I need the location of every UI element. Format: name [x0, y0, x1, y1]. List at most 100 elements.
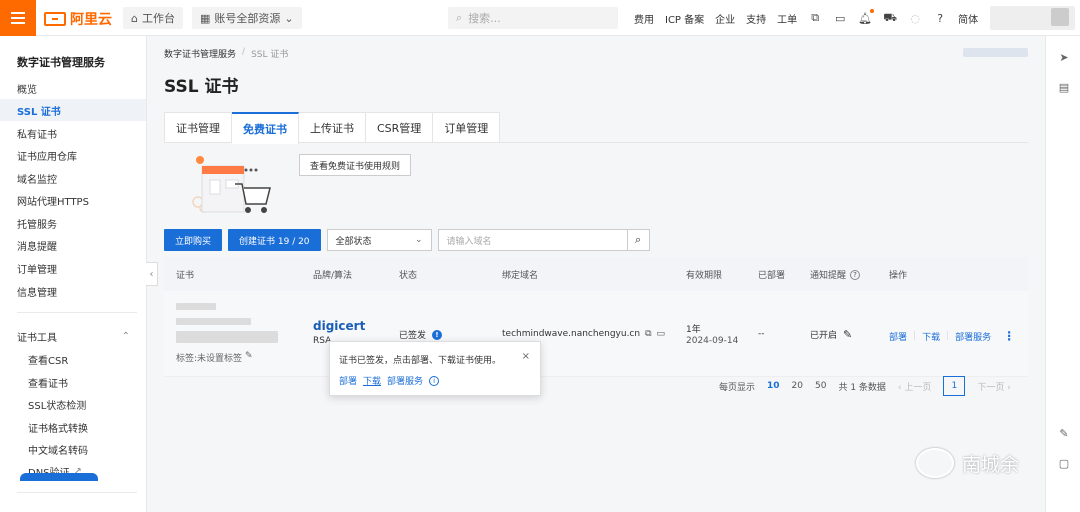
- popover-download-link[interactable]: 下载: [363, 374, 381, 387]
- sidebar-item-view-cert[interactable]: 查看证书: [0, 371, 146, 393]
- sidebar-item-format-convert[interactable]: 证书格式转换: [0, 416, 146, 438]
- prev-page-button[interactable]: ‹ 上一页: [898, 380, 931, 393]
- sidebar-item-overview[interactable]: 概览: [0, 77, 146, 99]
- watermark-text: 南城余: [962, 453, 1020, 476]
- pointer-icon[interactable]: ➤: [1057, 50, 1071, 64]
- monitor-icon[interactable]: ▭: [657, 329, 666, 339]
- th-status: 状态: [399, 271, 418, 281]
- top-right-link[interactable]: [963, 48, 1028, 57]
- nav-ticket[interactable]: 工单: [777, 11, 797, 26]
- lightbulb-icon[interactable]: ◌: [908, 11, 922, 25]
- popover-actions: 部署 下载 部署服务 i: [339, 374, 440, 387]
- popover-deploy-service-link[interactable]: 部署服务: [387, 374, 423, 387]
- deploy-link[interactable]: 部署: [889, 330, 907, 343]
- breadcrumb-sep: /: [242, 47, 246, 57]
- tab-cert-management[interactable]: 证书管理: [165, 112, 232, 143]
- cert-tag[interactable]: 标签:未设置标签 ✎: [176, 351, 253, 364]
- shop-illustration: [192, 156, 271, 213]
- chevron-down-icon: ⌄: [284, 11, 294, 25]
- sidebar-item-orders[interactable]: 订单管理: [0, 257, 146, 279]
- close-icon[interactable]: ×: [522, 351, 530, 362]
- sidebar-item-view-csr[interactable]: 查看CSR: [0, 348, 146, 370]
- edit-icon[interactable]: ✎: [843, 328, 852, 341]
- tab-order-management[interactable]: 订单管理: [433, 112, 499, 143]
- domain-label: techmindwave.nanchengyu.cn: [502, 329, 641, 339]
- cart-icon[interactable]: ⛟: [883, 11, 897, 25]
- avatar[interactable]: [1051, 8, 1069, 26]
- right-rail: ➤ ▤ ✎ ▢: [1045, 36, 1080, 512]
- popover-deploy-link[interactable]: 部署: [339, 374, 357, 387]
- workbench-button[interactable]: ⌂ 工作台: [123, 7, 183, 29]
- per-page-label: 每页显示: [719, 382, 756, 393]
- domain-search-input[interactable]: 请输入域名: [437, 229, 628, 251]
- download-link[interactable]: 下载: [922, 330, 940, 343]
- edit-icon: ✎: [245, 351, 253, 361]
- tab-bar: 证书管理 免费证书 上传证书 CSR管理 订单管理: [164, 112, 501, 144]
- more-vertical-icon[interactable]: ⋮: [1003, 329, 1015, 343]
- language-switch[interactable]: 简体: [958, 11, 978, 26]
- sidebar-item-hosting[interactable]: 托管服务: [0, 212, 146, 234]
- sidebar-bottom-button[interactable]: [20, 473, 98, 481]
- actions-cell: 部署 | 下载 | 部署服务 ⋮: [889, 329, 1016, 343]
- menu-icon[interactable]: [0, 0, 36, 36]
- next-page-button[interactable]: 下一页 ›: [977, 380, 1010, 393]
- account-area[interactable]: [990, 6, 1075, 30]
- aliyun-logo[interactable]: 阿里云: [44, 9, 112, 29]
- free-cert-rules-button[interactable]: 查看免费证书使用规则: [299, 154, 412, 176]
- sidebar-item-ssl[interactable]: SSL 证书: [0, 99, 146, 121]
- page-size-20[interactable]: 20: [792, 381, 803, 391]
- page-size-10[interactable]: 10: [767, 381, 780, 391]
- content-panel: 证书管理 免费证书 上传证书 CSR管理 订单管理 查看免费证书使用规则 立即购…: [164, 112, 1028, 512]
- page-1-button[interactable]: 1: [943, 376, 966, 396]
- home-icon: ⌂: [131, 11, 138, 25]
- sidebar-item-ssl-check[interactable]: SSL状态检测: [0, 393, 146, 415]
- cloud-shell-icon[interactable]: ⧉: [808, 11, 822, 25]
- tab-free-cert[interactable]: 免费证书: [232, 112, 299, 144]
- help-circle-icon[interactable]: ?: [850, 269, 861, 280]
- terminal-icon[interactable]: ▭: [833, 11, 847, 25]
- buy-now-button[interactable]: 立即购买: [164, 229, 223, 251]
- next-label: 下一页: [977, 382, 1005, 393]
- copy-icon[interactable]: ⧉: [645, 329, 651, 339]
- nav-support[interactable]: 支持: [746, 11, 766, 26]
- search-icon: ⌕: [634, 233, 642, 246]
- sidebar-item-info[interactable]: 信息管理: [0, 280, 146, 302]
- page-size-50[interactable]: 50: [815, 381, 826, 391]
- page-title: SSL 证书: [164, 77, 239, 97]
- cert-table: 证书 品牌/算法 状态 绑定域名 有效期限 已部署 通知提醒 ? 操作 标签:未…: [164, 257, 1028, 377]
- nav-icp[interactable]: ICP 备案: [665, 11, 704, 26]
- prev-label: 上一页: [904, 382, 932, 393]
- create-cert-button[interactable]: 创建证书 19 / 20: [228, 229, 321, 251]
- cert-tag-label: 标签:未设置标签: [176, 354, 243, 364]
- breadcrumb-root[interactable]: 数字证书管理服务: [164, 47, 236, 60]
- sidebar-item-proxy-https[interactable]: 网站代理HTTPS: [0, 189, 146, 211]
- edit-feedback-icon[interactable]: ✎: [1057, 426, 1071, 440]
- th-actions: 操作: [889, 271, 908, 281]
- nav-billing[interactable]: 费用: [634, 11, 654, 26]
- sidebar-item-idn-convert[interactable]: 中文域名转码: [0, 438, 146, 460]
- deploy-service-link[interactable]: 部署服务: [955, 330, 991, 343]
- sidebar-group-tools[interactable]: 证书工具 ⌃: [0, 325, 146, 347]
- document-icon[interactable]: ▤: [1057, 80, 1071, 94]
- sidebar-item-messages[interactable]: 消息提醒: [0, 234, 146, 256]
- sidebar-item-repo[interactable]: 证书应用仓库: [0, 144, 146, 166]
- sidebar-item-private[interactable]: 私有证书: [0, 122, 146, 144]
- sidebar-item-domain-monitor[interactable]: 域名监控: [0, 167, 146, 189]
- sidebar-divider: [17, 312, 137, 313]
- account-resources-button[interactable]: ▦ 账号全部资源 ⌄: [192, 7, 302, 29]
- tab-upload-cert[interactable]: 上传证书: [299, 112, 366, 143]
- search-button[interactable]: ⌕: [627, 229, 650, 251]
- info-badge-icon[interactable]: !: [432, 329, 443, 340]
- bell-icon[interactable]: 🔔︎: [858, 9, 875, 25]
- tab-csr-management[interactable]: CSR管理: [366, 112, 434, 143]
- grid-icon: ▦: [200, 11, 211, 25]
- status-select[interactable]: 全部状态 ⌄: [326, 229, 432, 251]
- popover-message: 证书已签发，点击部署、下载证书使用。: [339, 356, 502, 366]
- help-icon[interactable]: ?: [933, 11, 947, 25]
- info-circle-icon[interactable]: i: [429, 375, 440, 386]
- chat-icon[interactable]: ▢: [1057, 456, 1071, 470]
- nav-enterprise[interactable]: 企业: [715, 11, 735, 26]
- pagination: 每页显示 10 20 50 共 1 条数据 ‹ 上一页 1 下一页 ›: [719, 376, 1011, 396]
- deployed-value: --: [758, 329, 765, 339]
- global-search-input[interactable]: ⌕ 搜索...: [448, 7, 618, 29]
